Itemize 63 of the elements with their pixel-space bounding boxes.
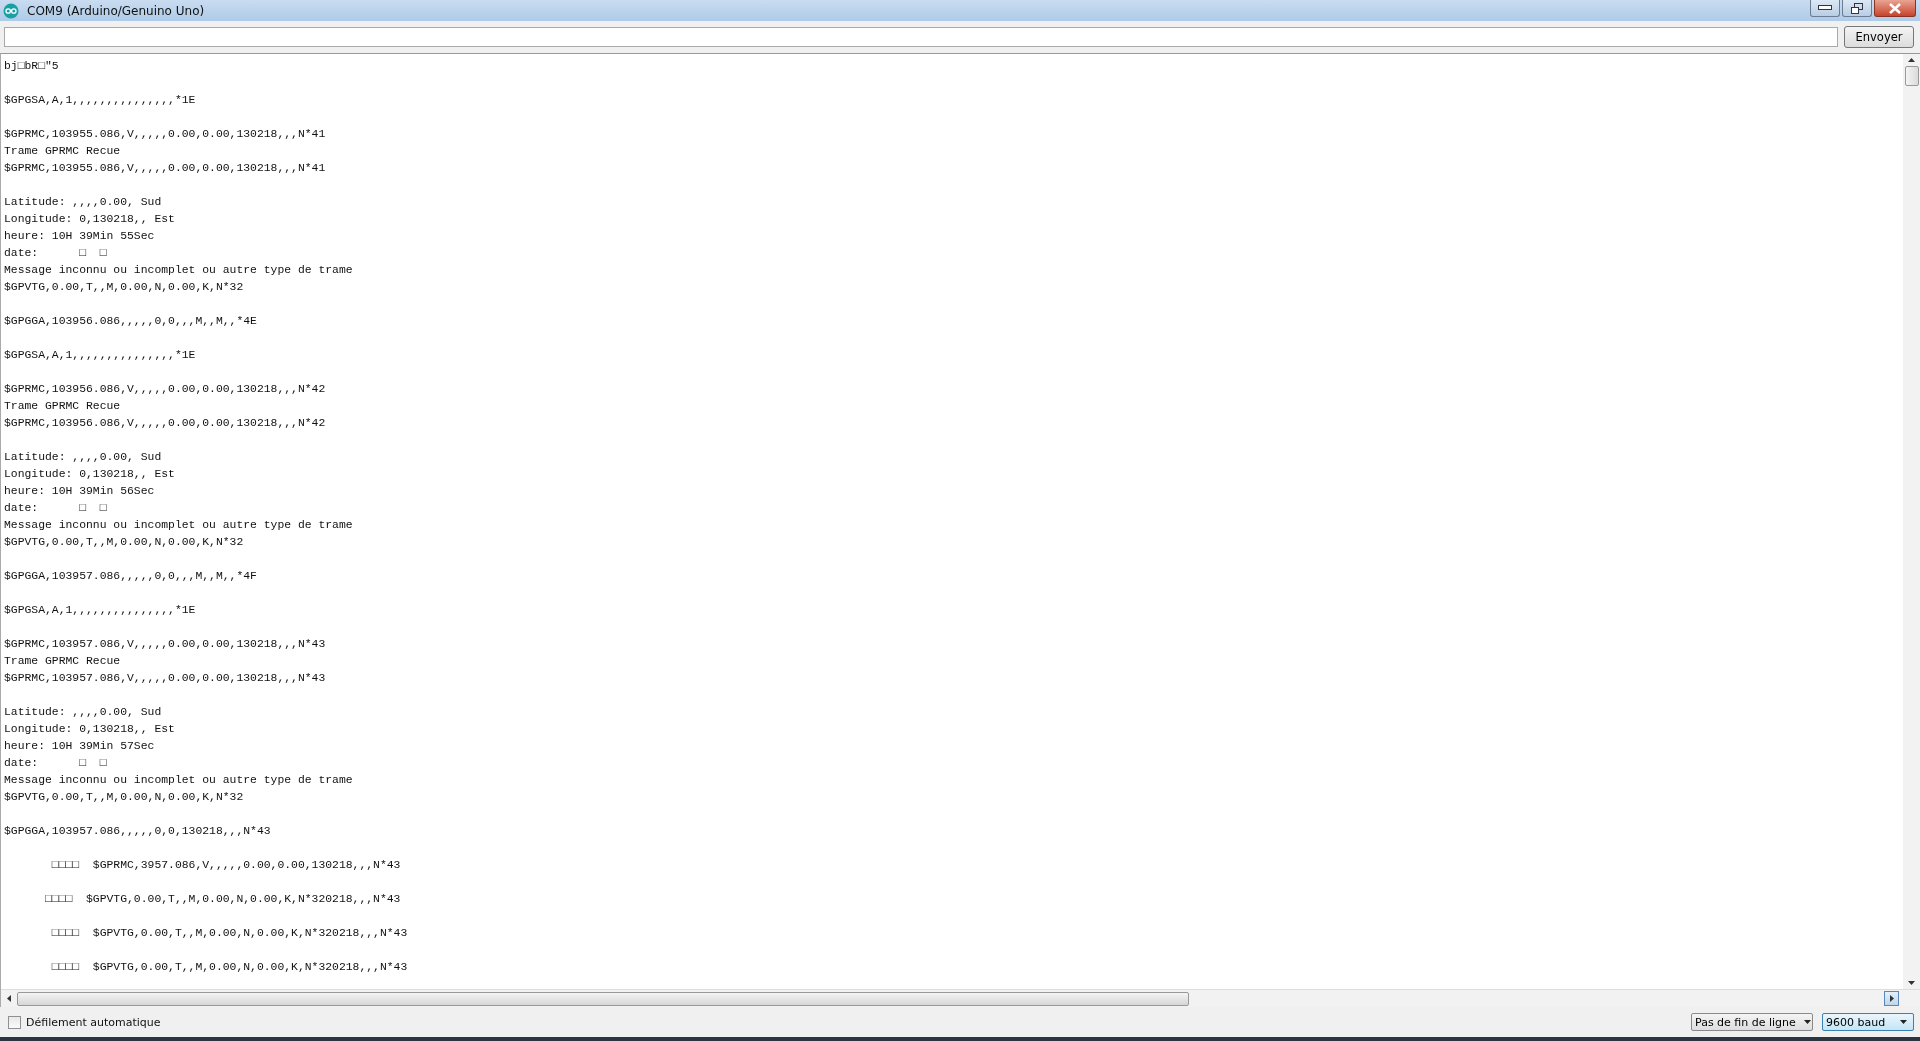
- output-line: $GPRMC,103955.086,V,,,,,0.00,0.00,130218,,,N*41: [4, 127, 326, 142]
- scroll-thumb[interactable]: [1904, 66, 1919, 86]
- output-line: $GPVTG,0.00,T,,M,0.00,N,0.00,K,N*32: [4, 790, 244, 805]
- caret-icon: [1803, 1020, 1811, 1024]
- checkbox-label: Défilement automatique: [26, 1015, 161, 1029]
- restore-icon: [1851, 2, 1863, 14]
- output-line: □□□□ $GPVTG,0.00,T,,M,0.00,N,0.00,K,N*320218,,,N*43: [50, 926, 408, 941]
- close-button[interactable]: [1874, 0, 1916, 17]
- baud-rate-dropdown[interactable]: 9600 baud: [1822, 1013, 1914, 1031]
- output-line: date: □ □: [4, 501, 107, 516]
- output-line: Trame GPRMC Recue: [4, 654, 121, 669]
- output-line: $GPRMC,103955.086,V,,,,,0.00,0.00,130218,,,N*41: [4, 161, 326, 176]
- output-line: heure: 10H 39Min 57Sec: [4, 739, 155, 754]
- logo-icon: [3, 2, 19, 19]
- output-line: heure: 10H 39Min 55Sec: [4, 229, 155, 244]
- output-line: Longitude: 0,130218,, Est: [4, 467, 175, 482]
- left-arrow-icon[interactable]: [7, 995, 11, 1002]
- caret-icon: [1900, 1020, 1907, 1024]
- output-line: $GPRMC,103957.086,V,,,,,0.00,0.00,130218,,,N*43: [4, 671, 326, 686]
- minimize-icon: [1818, 5, 1832, 11]
- output-line: $GPGGA,103956.086,,,,,0,0,,,M,,M,,*4E: [4, 314, 257, 329]
- output-line: $GPGSA,A,1,,,,,,,,,,,,,,,*1E: [4, 93, 196, 108]
- output-line: Longitude: 0,130218,, Est: [4, 722, 175, 737]
- input-field[interactable]: [4, 27, 1838, 47]
- output-line: $GPVTG,0.00,T,,M,0.00,N,0.00,K,N*32: [4, 280, 244, 295]
- output-line: Trame GPRMC Recue: [4, 144, 121, 159]
- output-line: Latitude: ,,,,0.00, Sud: [4, 195, 162, 210]
- output-line: $GPGSA,A,1,,,,,,,,,,,,,,,*1E: [4, 603, 196, 618]
- restore-button[interactable]: [1842, 0, 1872, 17]
- output-line: Latitude: ,,,,0.00, Sud: [4, 705, 162, 720]
- vertical-scrollbar[interactable]: [1903, 54, 1920, 989]
- output-line: $GPGSA,A,1,,,,,,,,,,,,,,,*1E: [4, 348, 196, 363]
- output-line: $GPGGA,103957.086,,,,,0,0,,,M,,M,,*4F: [4, 569, 257, 584]
- output-line: date: □ □: [4, 756, 107, 771]
- right-arrow-icon: [1889, 995, 1894, 1002]
- window-title: COM9 (Arduino/Genuino Uno): [27, 3, 205, 18]
- scroll-right-button[interactable]: [1884, 991, 1899, 1006]
- output-line: heure: 10H 39Min 56Sec: [4, 484, 155, 499]
- output-line: bj□bR□"5: [4, 59, 59, 74]
- output-line: Message inconnu ou incomplet ou autre type de trame: [4, 518, 353, 533]
- output-line: Message inconnu ou incomplet ou autre type de trame: [4, 263, 353, 278]
- output-line: Trame GPRMC Recue: [4, 399, 121, 414]
- output-line: $GPRMC,103956.086,V,,,,,0.00,0.00,130218,,,N*42: [4, 382, 326, 397]
- output-line: $GPGGA,103957.086,,,,,0,0,130218,,,N*43: [4, 824, 271, 839]
- output-line: □□□□ $GPRMC,3957.086,V,,,,,0.00,0.00,130218,,,N*43: [50, 858, 401, 873]
- output-line: □□□□ $GPVTG,0.00,T,,M,0.00,N,0.00,K,N*320218,,,N*43: [44, 892, 401, 907]
- down-arrow-icon[interactable]: [1908, 981, 1915, 985]
- close-icon: [1888, 2, 1902, 14]
- send-button[interactable]: Envoyer: [1844, 26, 1914, 48]
- horizontal-scrollbar[interactable]: [1, 989, 1920, 1007]
- up-arrow-icon[interactable]: [1908, 58, 1915, 62]
- minimize-button[interactable]: [1810, 0, 1840, 17]
- line-ending-dropdown[interactable]: Pas de fin de ligne: [1691, 1013, 1813, 1031]
- output-line: $GPVTG,0.00,T,,M,0.00,N,0.00,K,N*32: [4, 535, 244, 550]
- output-line: Message inconnu ou incomplet ou autre type de trame: [4, 773, 353, 788]
- output-line: Longitude: 0,130218,, Est: [4, 212, 175, 227]
- output-line: Latitude: ,,,,0.00, Sud: [4, 450, 162, 465]
- output-line: $GPRMC,103956.086,V,,,,,0.00,0.00,130218,,,N*42: [4, 416, 326, 431]
- output-line: □□□□ $GPVTG,0.00,T,,M,0.00,N,0.00,K,N*320218,,,N*43: [50, 960, 408, 975]
- autoscroll-checkbox[interactable]: [8, 1015, 21, 1029]
- output-line: $GPRMC,103957.086,V,,,,,0.00,0.00,130218,,,N*43: [4, 637, 326, 652]
- scroll-thumb[interactable]: [17, 991, 1189, 1006]
- output-line: date: □ □: [4, 246, 107, 261]
